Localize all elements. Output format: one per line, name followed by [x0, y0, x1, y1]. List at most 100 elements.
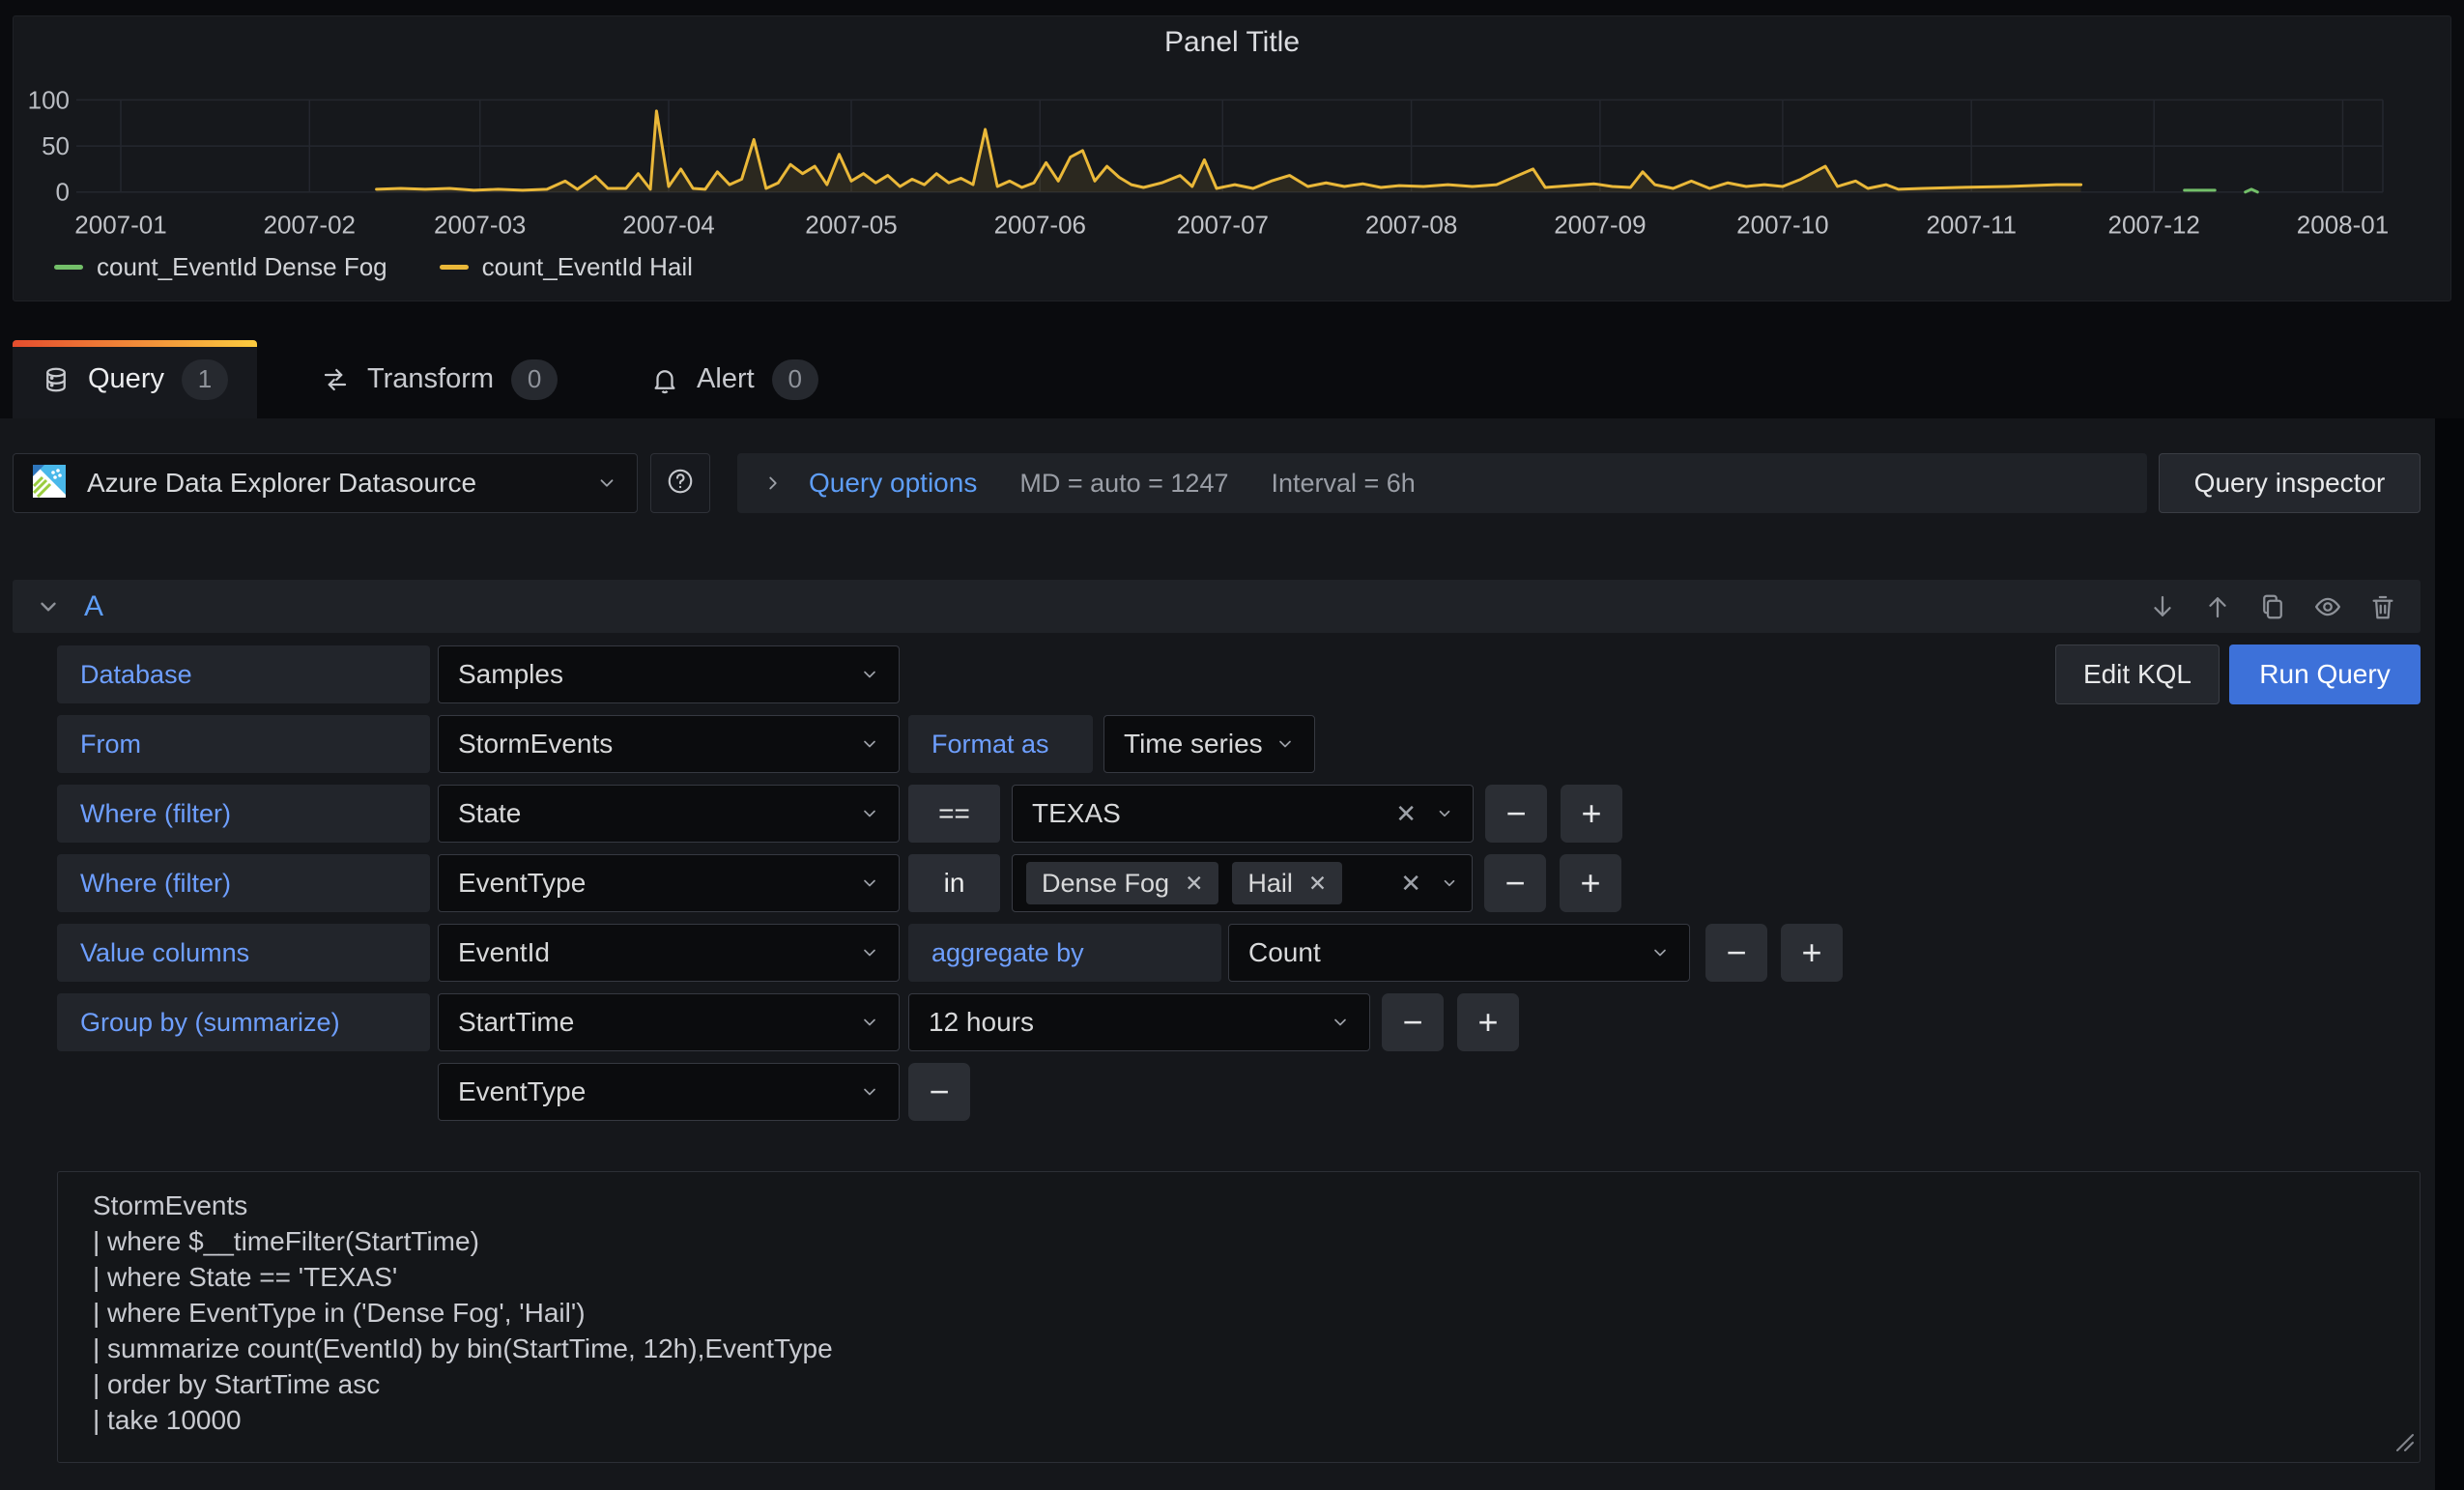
- kql-preview-textarea[interactable]: StormEvents | where $__timeFilter(StartT…: [57, 1171, 2421, 1463]
- where-operator-button[interactable]: in: [908, 854, 1000, 912]
- database-icon: [42, 365, 71, 394]
- legend-label[interactable]: count_EventId Dense Fog: [97, 252, 387, 282]
- query-ref-header[interactable]: A: [13, 580, 2421, 633]
- svg-text:2007-07: 2007-07: [1177, 213, 1269, 240]
- legend-label[interactable]: count_EventId Hail: [482, 252, 693, 282]
- bell-icon: [650, 365, 679, 394]
- query-options-bar[interactable]: Query options MD = auto = 1247 Interval …: [737, 453, 2147, 513]
- format-as-label: Format as: [908, 715, 1093, 773]
- group-by-column-select[interactable]: EventType: [438, 1063, 900, 1121]
- resize-handle-icon[interactable]: [2392, 1430, 2416, 1458]
- svg-text:2007-05: 2007-05: [805, 213, 897, 240]
- chip-label: Dense Fog: [1042, 869, 1169, 899]
- tab-transform[interactable]: Transform 0: [292, 340, 587, 418]
- svg-text:2007-04: 2007-04: [622, 213, 714, 240]
- value-columns-label: Value columns: [57, 924, 430, 982]
- group-by-column-value: EventType: [458, 1076, 586, 1107]
- tab-query[interactable]: Query 1: [13, 340, 257, 418]
- where-column-value: EventType: [458, 868, 586, 899]
- chevron-down-icon[interactable]: [36, 594, 61, 619]
- format-as-select[interactable]: Time series: [1103, 715, 1315, 773]
- panel-preview-section: Panel Title 0501002007-012007-022007-032…: [0, 15, 2464, 418]
- tab-label: Query: [88, 363, 164, 395]
- run-query-button[interactable]: Run Query: [2229, 645, 2421, 704]
- chevron-down-icon: [1650, 943, 1670, 962]
- group-by-column-select[interactable]: StartTime: [438, 993, 900, 1051]
- move-query-down-button[interactable]: [2148, 592, 2177, 621]
- remove-group-by-button[interactable]: −: [908, 1063, 970, 1121]
- group-by-column-value: StartTime: [458, 1007, 574, 1038]
- panel: Panel Title 0501002007-012007-022007-032…: [13, 15, 2451, 301]
- query-options-label[interactable]: Query options: [809, 468, 977, 499]
- add-filter-button[interactable]: +: [1560, 854, 1621, 912]
- transform-icon: [321, 365, 350, 394]
- where-state-row: Where (filter) State == TEXAS ✕ − +: [57, 785, 2421, 843]
- remove-chip-icon[interactable]: ✕: [1308, 873, 1327, 895]
- datasource-row: Azure Data Explorer Datasource Query opt…: [13, 453, 2421, 513]
- chevron-right-icon: [762, 473, 784, 494]
- duplicate-query-button[interactable]: [2258, 592, 2287, 621]
- where-operator-button[interactable]: ==: [908, 785, 1000, 843]
- chevron-down-icon: [860, 874, 879, 893]
- tab-count-badge: 0: [772, 359, 818, 400]
- where-value-select[interactable]: TEXAS ✕: [1012, 785, 1474, 843]
- svg-text:0: 0: [56, 180, 70, 207]
- legend-item[interactable]: count_EventId Hail: [440, 252, 693, 282]
- remove-value-column-button[interactable]: −: [1705, 924, 1767, 982]
- where-label: Where (filter): [57, 854, 430, 912]
- clear-value-icon[interactable]: ✕: [1400, 871, 1421, 896]
- right-scroll-gutter[interactable]: [2435, 418, 2464, 1490]
- from-select[interactable]: StormEvents: [438, 715, 900, 773]
- chevron-down-icon: [1275, 734, 1295, 754]
- spacer: [57, 1063, 430, 1121]
- datasource-picker[interactable]: Azure Data Explorer Datasource: [13, 453, 638, 513]
- legend-item[interactable]: count_EventId Dense Fog: [54, 252, 387, 282]
- interval-value: Interval = 6h: [1271, 469, 1415, 499]
- query-actions: [2148, 592, 2397, 621]
- datasource-help-button[interactable]: [650, 453, 710, 513]
- svg-text:2007-11: 2007-11: [1926, 213, 2016, 240]
- svg-text:2007-10: 2007-10: [1736, 213, 1828, 240]
- edit-kql-button[interactable]: Edit KQL: [2055, 645, 2220, 704]
- value-column-select[interactable]: EventId: [438, 924, 900, 982]
- tab-count-badge: 0: [511, 359, 558, 400]
- where-column-select[interactable]: EventType: [438, 854, 900, 912]
- toggle-query-visibility-button[interactable]: [2313, 592, 2342, 621]
- tab-alert[interactable]: Alert 0: [621, 340, 847, 418]
- value-chip[interactable]: Dense Fog ✕: [1026, 862, 1218, 904]
- aggregate-select[interactable]: Count: [1228, 924, 1690, 982]
- where-column-select[interactable]: State: [438, 785, 900, 843]
- remove-chip-icon[interactable]: ✕: [1185, 873, 1203, 895]
- aggregate-by-label: aggregate by: [908, 924, 1221, 982]
- value-chip[interactable]: Hail ✕: [1232, 862, 1342, 904]
- legend-dash-dense-fog: [54, 265, 83, 270]
- delete-query-button[interactable]: [2368, 592, 2397, 621]
- query-builder: Database Samples From StormEvents Format…: [57, 645, 2421, 1121]
- add-filter-button[interactable]: +: [1561, 785, 1622, 843]
- value-column-value: EventId: [458, 937, 550, 968]
- group-by-interval-select[interactable]: 12 hours: [908, 993, 1370, 1051]
- where-multivalue-select[interactable]: Dense Fog ✕ Hail ✕ ✕: [1012, 854, 1473, 912]
- remove-filter-button[interactable]: −: [1485, 785, 1547, 843]
- svg-text:100: 100: [28, 87, 70, 114]
- add-value-column-button[interactable]: +: [1781, 924, 1843, 982]
- svg-text:2007-03: 2007-03: [434, 213, 526, 240]
- legend-dash-hail: [440, 265, 469, 270]
- remove-filter-button[interactable]: −: [1484, 854, 1546, 912]
- from-label: From: [57, 715, 430, 773]
- database-label: Database: [57, 645, 430, 703]
- database-value: Samples: [458, 659, 563, 690]
- chevron-down-icon: [596, 473, 617, 494]
- svg-text:2007-09: 2007-09: [1554, 213, 1646, 240]
- chart-legend: count_EventId Dense Fog count_EventId Ha…: [54, 252, 693, 282]
- clear-value-icon[interactable]: ✕: [1395, 801, 1417, 826]
- query-inspector-button[interactable]: Query inspector: [2159, 453, 2421, 513]
- format-as-value: Time series: [1124, 729, 1263, 759]
- database-select[interactable]: Samples: [438, 645, 900, 703]
- question-circle-icon: [666, 467, 695, 501]
- move-query-up-button[interactable]: [2203, 592, 2232, 621]
- svg-text:2007-08: 2007-08: [1365, 213, 1457, 240]
- remove-group-by-button[interactable]: −: [1382, 993, 1444, 1051]
- add-group-by-button[interactable]: +: [1457, 993, 1519, 1051]
- chevron-down-icon: [860, 665, 879, 684]
